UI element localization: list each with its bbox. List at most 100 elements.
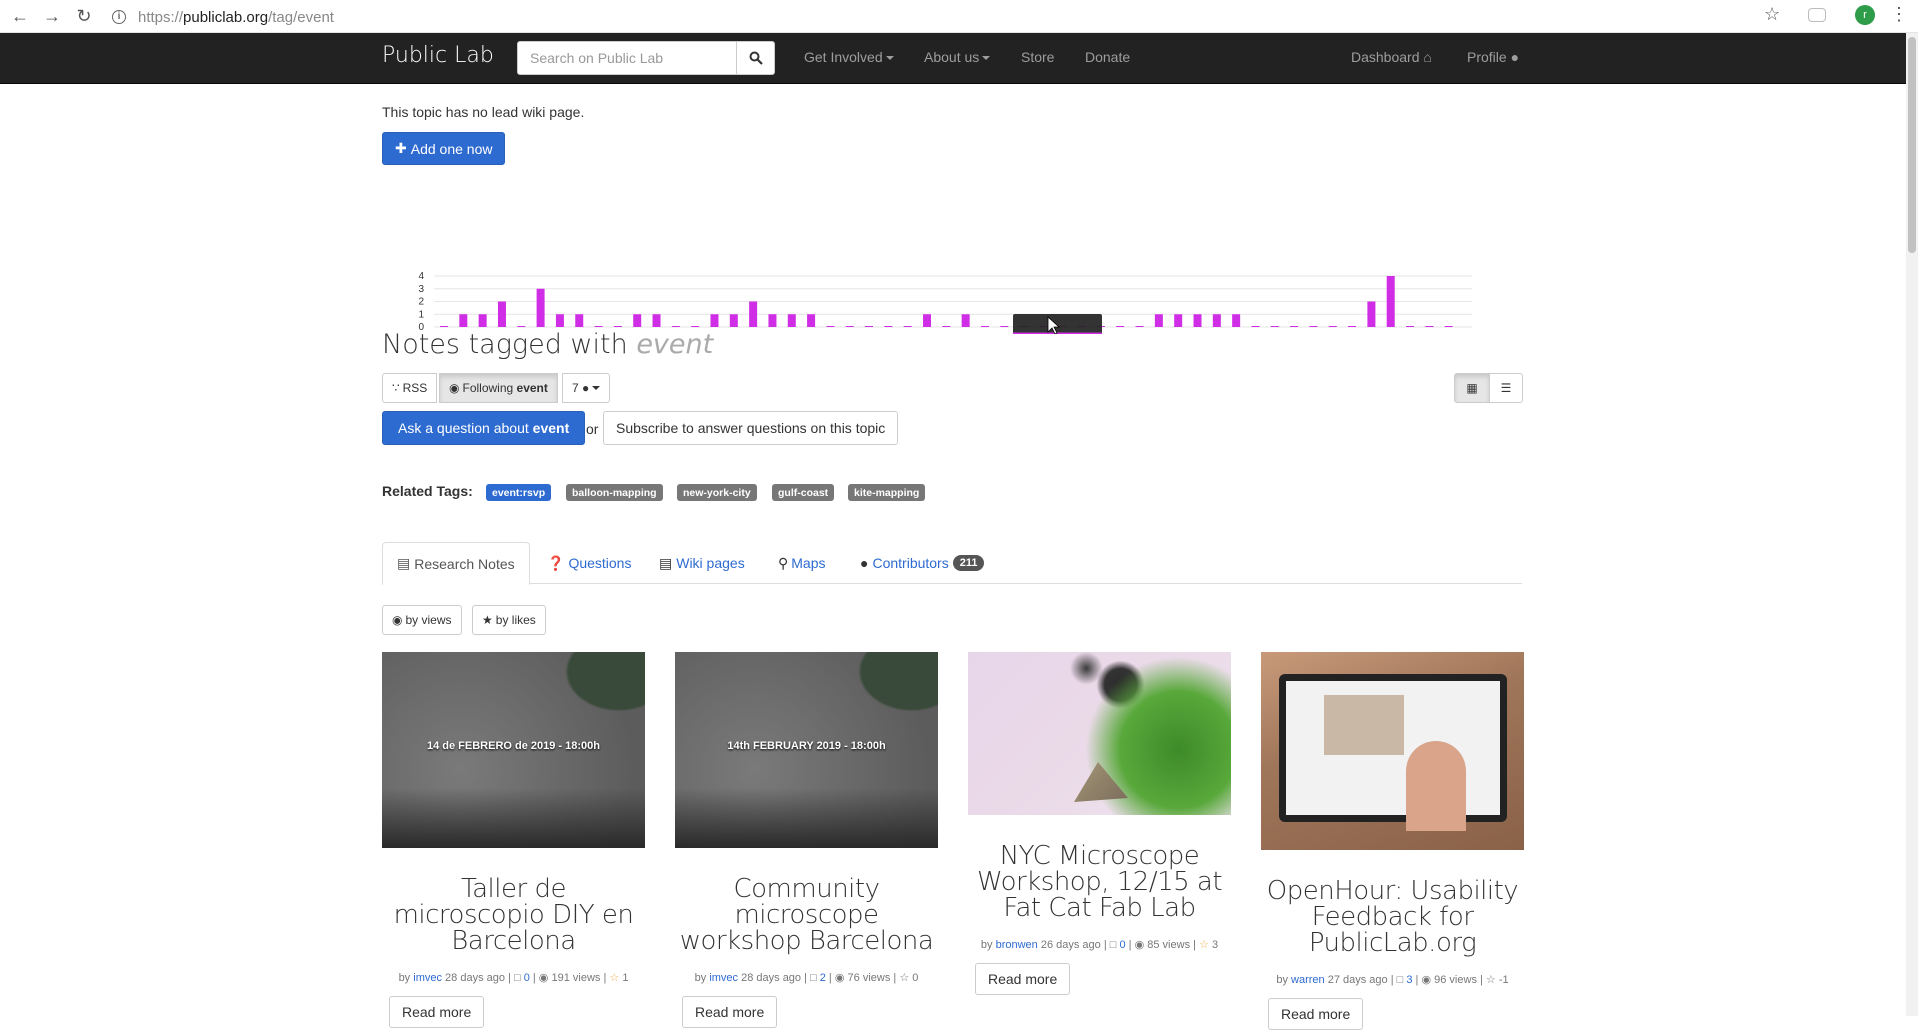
followers-dropdown[interactable]: 7 ● [562, 373, 611, 403]
note-title[interactable]: OpenHour: Usability Feedback for PublicL… [1261, 878, 1524, 956]
nav-about-us[interactable]: About us [924, 49, 991, 65]
eye-icon: ◉ [538, 972, 549, 984]
forward-icon[interactable]: → [38, 2, 66, 30]
read-more-button[interactable]: Read more [389, 996, 485, 1028]
note-card: 14th FEBRUARY 2019 - 18:00h Community mi… [675, 652, 938, 1028]
note-thumbnail[interactable]: 14 de FEBRERO de 2019 - 18:00h [382, 652, 645, 848]
nav-profile[interactable]: Profile ● [1467, 49, 1519, 65]
notes-heading: Notes tagged with event [382, 329, 713, 360]
chart-y-tick-label: 2 [418, 297, 424, 308]
brand-logo[interactable]: Public Lab [382, 43, 494, 68]
chart-bar [575, 314, 584, 327]
browser-toolbar: ← → ↻ i https://publiclab.org/tag/event … [0, 0, 1918, 33]
note-card: NYC Microscope Workshop, 12/15 at Fat Ca… [968, 652, 1231, 995]
note-comments[interactable]: 0 [524, 972, 530, 984]
user-icon: ● [860, 555, 869, 571]
thumbnail-hand [1406, 741, 1466, 831]
note-author[interactable]: warren [1291, 974, 1325, 986]
sort-by-likes-button[interactable]: ★ by likes [472, 605, 546, 635]
note-likes: 0 [912, 972, 919, 984]
related-tag[interactable]: gulf-coast [772, 484, 835, 501]
add-lead-button[interactable]: ✚ Add one now [382, 132, 506, 165]
tab-wiki-pages[interactable]: ▤ Wiki pages [645, 542, 759, 584]
note-title[interactable]: Community microscope workshop Barcelona [675, 876, 938, 954]
eye-icon: ◉ [392, 613, 403, 627]
nav-get-involved[interactable]: Get Involved [804, 49, 894, 65]
chart-bar [787, 314, 796, 327]
followers-count: 7 [572, 381, 579, 395]
bookmark-star-icon[interactable]: ☆ [1764, 4, 1780, 25]
note-thumbnail[interactable] [1261, 652, 1524, 850]
tab-maps[interactable]: ⚲ Maps [764, 542, 840, 584]
list-view-button[interactable]: ☰ [1489, 373, 1523, 403]
grid-view-button[interactable]: ▦ [1454, 373, 1490, 403]
back-icon[interactable]: ← [6, 2, 34, 30]
note-author[interactable]: imvec [709, 972, 738, 984]
note-meta: by imvec 28 days ago | □ 2 | ◉ 76 views … [694, 972, 919, 984]
read-more-button[interactable]: Read more [975, 963, 1071, 995]
tab-maps-label: Maps [791, 555, 826, 571]
note-thumbnail[interactable]: 14th FEBRUARY 2019 - 18:00h [675, 652, 938, 848]
tab-contributors-label: Contributors [872, 555, 949, 571]
note-author[interactable]: imvec [413, 972, 442, 984]
search-input[interactable]: Search on Public Lab [517, 41, 737, 75]
activity-chart: 01234JFMAMJJASOND0note [418, 271, 1472, 334]
read-more-button[interactable]: Read more [682, 996, 778, 1028]
comment-icon: □ [1109, 939, 1117, 951]
scrollbar-thumb[interactable] [1908, 37, 1916, 253]
profile-avatar[interactable]: r [1855, 5, 1875, 25]
sort-by-views-button[interactable]: ◉ by views [382, 605, 462, 635]
rss-button[interactable]: ∵ RSS [382, 373, 438, 403]
related-tag[interactable]: balloon-mapping [566, 484, 663, 501]
read-more-button[interactable]: Read more [1268, 998, 1364, 1030]
note-likes: 3 [1211, 939, 1219, 951]
chart-bar [536, 288, 545, 327]
ask-question-button[interactable]: Ask a question about event [382, 411, 586, 445]
tab-wiki-pages-label: Wiki pages [676, 555, 745, 571]
following-button[interactable]: ◉ Following event [439, 373, 558, 403]
nav-donate[interactable]: Donate [1085, 49, 1130, 65]
note-title[interactable]: NYC Microscope Workshop, 12/15 at Fat Ca… [968, 843, 1231, 921]
nav-dashboard[interactable]: Dashboard ⌂ [1351, 49, 1432, 65]
thumbnail-shading [675, 788, 938, 848]
thumbnail-shading [382, 788, 645, 848]
search-button[interactable] [736, 41, 775, 75]
subscribe-button[interactable]: Subscribe to answer questions on this to… [603, 411, 899, 445]
content-tabs: ▤ Research Notes ❓ Questions ▤ Wiki pages ⚲… [382, 542, 1522, 585]
note-meta: by warren 27 days ago | □ 3 | ◉ 96 views… [1276, 974, 1509, 986]
following-prefix: Following [462, 381, 514, 395]
nav-store[interactable]: Store [1021, 49, 1054, 65]
url-path: /tag/event [268, 8, 334, 26]
tab-research-notes[interactable]: ▤ Research Notes [382, 542, 530, 585]
eye-icon: ◉ [1134, 939, 1145, 951]
add-lead-label: Add one now [410, 140, 493, 157]
note-author[interactable]: bronwen [996, 939, 1038, 951]
note-thumbnail[interactable] [968, 652, 1231, 815]
chart-bar [710, 314, 719, 327]
menu-kebab-icon[interactable]: ⋮ [1890, 4, 1908, 25]
note-comments[interactable]: 3 [1406, 974, 1412, 986]
nav-dashboard-label: Dashboard [1351, 49, 1420, 65]
note-meta: by bronwen 26 days ago | □ 0 | ◉ 85 view… [980, 939, 1219, 951]
info-icon[interactable]: i [112, 10, 126, 24]
reload-icon[interactable]: ↻ [70, 2, 98, 30]
extension-icon[interactable] [1808, 8, 1826, 22]
tab-questions[interactable]: ❓ Questions [533, 542, 645, 584]
url-host: publiclab.org [183, 8, 269, 26]
book-icon: ▤ [659, 554, 673, 571]
map-marker-icon: ⚲ [778, 554, 789, 571]
note-meta: by imvec 28 days ago | □ 0 | ◉ 191 views… [398, 972, 629, 984]
note-comments[interactable]: 2 [820, 972, 826, 984]
tab-contributors[interactable]: ● Contributors 211 [846, 542, 998, 584]
chart-bar [1232, 314, 1241, 327]
chart-bar [497, 301, 506, 327]
chart-y-tick-label: 4 [418, 271, 424, 282]
related-tag[interactable]: new-york-city [677, 484, 757, 501]
related-tag[interactable]: kite-mapping [848, 484, 926, 501]
note-title[interactable]: Taller de microscopio DIY en Barcelona [382, 876, 645, 954]
chart-bar [478, 314, 487, 327]
related-tag[interactable]: event:rsvp [486, 484, 552, 501]
address-bar[interactable]: i https://publiclab.org/tag/event [112, 6, 334, 28]
note-comments[interactable]: 0 [1119, 939, 1125, 951]
star-icon: ☆ [1199, 939, 1209, 951]
